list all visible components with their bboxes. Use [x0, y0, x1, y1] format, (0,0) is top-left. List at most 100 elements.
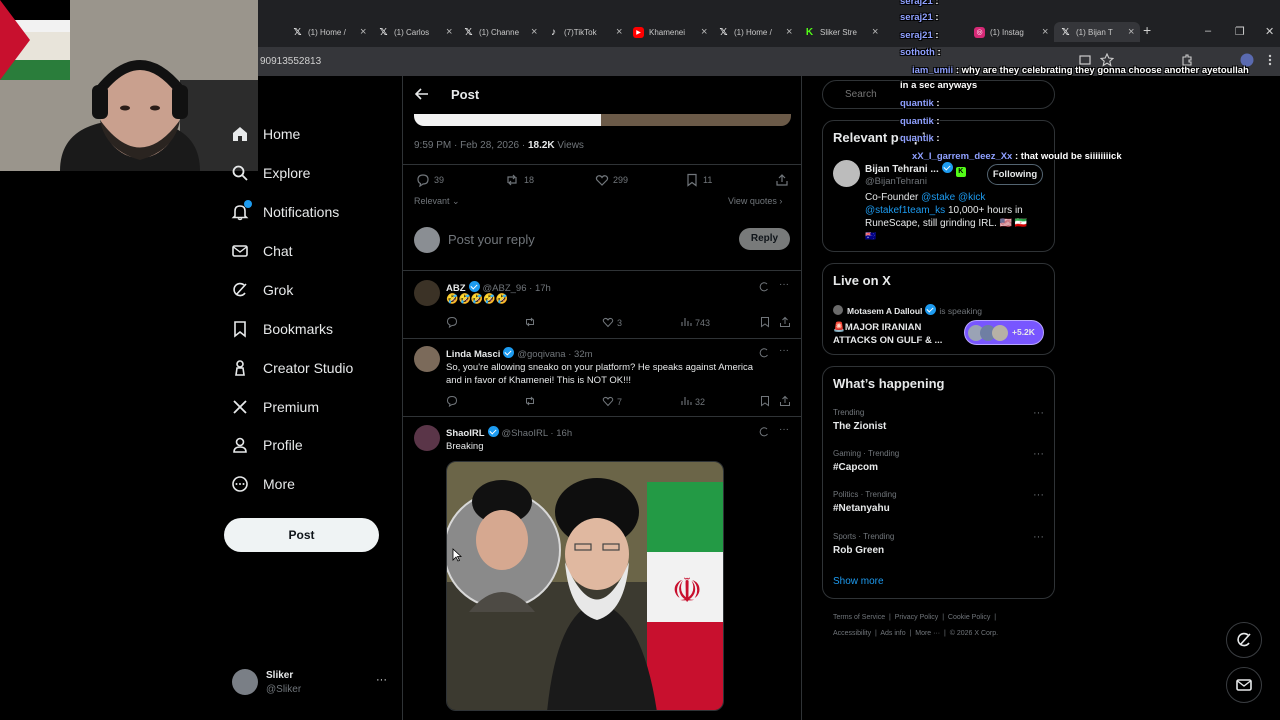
nav-explore[interactable]: Explore — [231, 159, 310, 187]
avatar — [833, 160, 860, 187]
more-icon[interactable]: ··· — [779, 279, 789, 290]
footer-link[interactable]: More ··· — [915, 630, 940, 637]
avatar — [414, 425, 440, 451]
card-title: Live on X — [833, 273, 891, 288]
live-listeners-pill[interactable]: +5.2K — [964, 320, 1044, 345]
browser-tab[interactable]: 𝕏 (1) Home / × — [292, 22, 366, 42]
webcam-feed — [0, 0, 258, 171]
view-quotes-link[interactable]: View quotes › — [728, 196, 782, 206]
browser-tab[interactable]: 𝕏 (1) Home / × — [718, 22, 792, 42]
close-icon[interactable]: × — [872, 26, 878, 38]
show-more-link[interactable]: Show more — [833, 576, 884, 587]
tweet-media-image[interactable]: ☫ — [446, 461, 724, 711]
share-icon[interactable] — [779, 316, 791, 328]
sort-dropdown[interactable]: Relevant ⌄ — [414, 196, 460, 207]
nav-bookmarks[interactable]: Bookmarks — [231, 315, 333, 343]
close-icon[interactable]: × — [786, 26, 792, 38]
reply-input[interactable]: Post your reply — [448, 232, 535, 247]
nav-premium[interactable]: Premium — [231, 393, 319, 421]
share-icon[interactable] — [779, 395, 791, 407]
more-icon[interactable]: ··· — [1033, 407, 1044, 419]
nav-profile[interactable]: Profile — [231, 431, 303, 459]
bookmark-icon[interactable] — [759, 316, 771, 328]
account-more-icon[interactable]: ··· — [376, 674, 387, 686]
more-icon[interactable]: ··· — [1033, 489, 1044, 501]
compose-post-button[interactable]: Post — [224, 518, 379, 552]
chat-message: iam_umii : why are they celebrating they… — [912, 65, 1249, 76]
copyright-text: © 2026 X Corp. — [949, 630, 999, 637]
footer-link[interactable]: Terms of Service — [833, 614, 885, 621]
x-logo-icon: 𝕏 — [464, 26, 473, 38]
reply-button[interactable]: Reply — [739, 228, 790, 250]
footer-link[interactable]: Accessibility — [833, 630, 871, 637]
nav-more[interactable]: More — [231, 470, 295, 498]
views-icon[interactable] — [680, 316, 692, 328]
close-icon[interactable]: × — [446, 26, 452, 38]
post-header: Post — [403, 76, 801, 114]
nav-creator-studio[interactable]: Creator Studio — [231, 354, 353, 382]
mail-icon — [231, 242, 249, 260]
trend-category: Sports · Trending — [833, 532, 895, 541]
grok-icon[interactable] — [759, 348, 769, 358]
reply-icon[interactable] — [446, 316, 458, 328]
live-title-line[interactable]: 🚨MAJOR IRANIAN — [833, 322, 921, 333]
nav-grok[interactable]: Grok — [231, 276, 293, 304]
chat-message: seraj21 : — [900, 30, 939, 41]
more-icon[interactable]: ··· — [1033, 448, 1044, 460]
browser-tab[interactable]: 𝕏 (1) Carlos × — [378, 22, 452, 42]
close-icon[interactable]: × — [701, 26, 707, 38]
reply-icon[interactable] — [446, 395, 458, 407]
url-text[interactable]: 90913552813 — [260, 56, 321, 67]
grok-icon[interactable] — [759, 427, 769, 437]
like-stat[interactable] — [595, 173, 609, 187]
close-icon[interactable]: × — [360, 26, 366, 38]
footer-link[interactable]: Cookie Policy — [948, 614, 990, 621]
browser-tab[interactable]: K Sliker Stre × — [804, 22, 879, 42]
repost-stat[interactable] — [505, 173, 519, 187]
more-icon[interactable]: ··· — [779, 345, 789, 356]
nav-chat[interactable]: Chat — [231, 237, 293, 265]
more-circle-icon — [231, 475, 249, 493]
more-icon[interactable]: ··· — [1033, 531, 1044, 543]
browser-tab[interactable]: ▶ Khamenei × — [633, 22, 707, 42]
post-image-bottom — [414, 114, 791, 126]
grok-icon[interactable] — [759, 282, 769, 292]
views-icon[interactable] — [680, 395, 692, 407]
browser-tab[interactable]: 𝕏 (1) Channe × — [463, 22, 537, 42]
account-handle: @Sliker — [266, 684, 302, 695]
youtube-icon: ▶ — [633, 26, 644, 38]
grok-icon — [1235, 631, 1253, 649]
browser-tab[interactable]: ♪ (7)TikTok × — [548, 22, 622, 42]
live-host[interactable]: Motasem A Dalloul is speaking — [847, 304, 982, 316]
like-icon[interactable] — [602, 316, 614, 328]
bookmark-icon[interactable] — [759, 395, 771, 407]
more-icon[interactable]: ··· — [779, 424, 789, 435]
live-title-line[interactable]: ATTACKS ON GULF & ... — [833, 335, 942, 346]
trend-category: Politics · Trending — [833, 490, 897, 499]
grok-fab-button[interactable] — [1226, 622, 1262, 658]
reply-stat[interactable] — [416, 173, 430, 187]
repost-icon[interactable] — [524, 316, 536, 328]
close-icon[interactable]: × — [616, 26, 622, 38]
messages-fab-button[interactable] — [1226, 667, 1262, 703]
like-icon[interactable] — [602, 395, 614, 407]
account-switcher[interactable]: Sliker @Sliker ··· — [232, 668, 392, 698]
close-icon[interactable]: × — [531, 26, 537, 38]
repost-count: 18 — [524, 175, 535, 185]
bookmark-stat[interactable] — [685, 173, 699, 187]
tweet-text-line: and in favor of Khamenei! This is NOT OK… — [446, 375, 631, 386]
share-icon[interactable] — [775, 173, 789, 187]
nav-notifications[interactable]: Notifications — [231, 198, 339, 226]
tweet-text: Breaking — [446, 441, 484, 452]
back-arrow-icon[interactable] — [415, 87, 429, 101]
repost-icon[interactable] — [524, 395, 536, 407]
footer-link[interactable]: Ads info — [880, 630, 905, 637]
nav-home[interactable]: Home — [231, 120, 300, 148]
footer-link[interactable]: Privacy Policy — [895, 614, 939, 621]
trend-category: Gaming · Trending — [833, 449, 900, 458]
person-bio-line: @stakef1team_ks 10,000+ hours in — [865, 205, 1023, 216]
trend-name: Rob Green — [833, 545, 885, 556]
mouse-cursor-icon — [452, 548, 462, 562]
trend-name: #Capcom — [833, 462, 879, 473]
stream-chat-overlay: seraj21 : seraj21 : seraj21 : sothoth : … — [900, 0, 1280, 170]
